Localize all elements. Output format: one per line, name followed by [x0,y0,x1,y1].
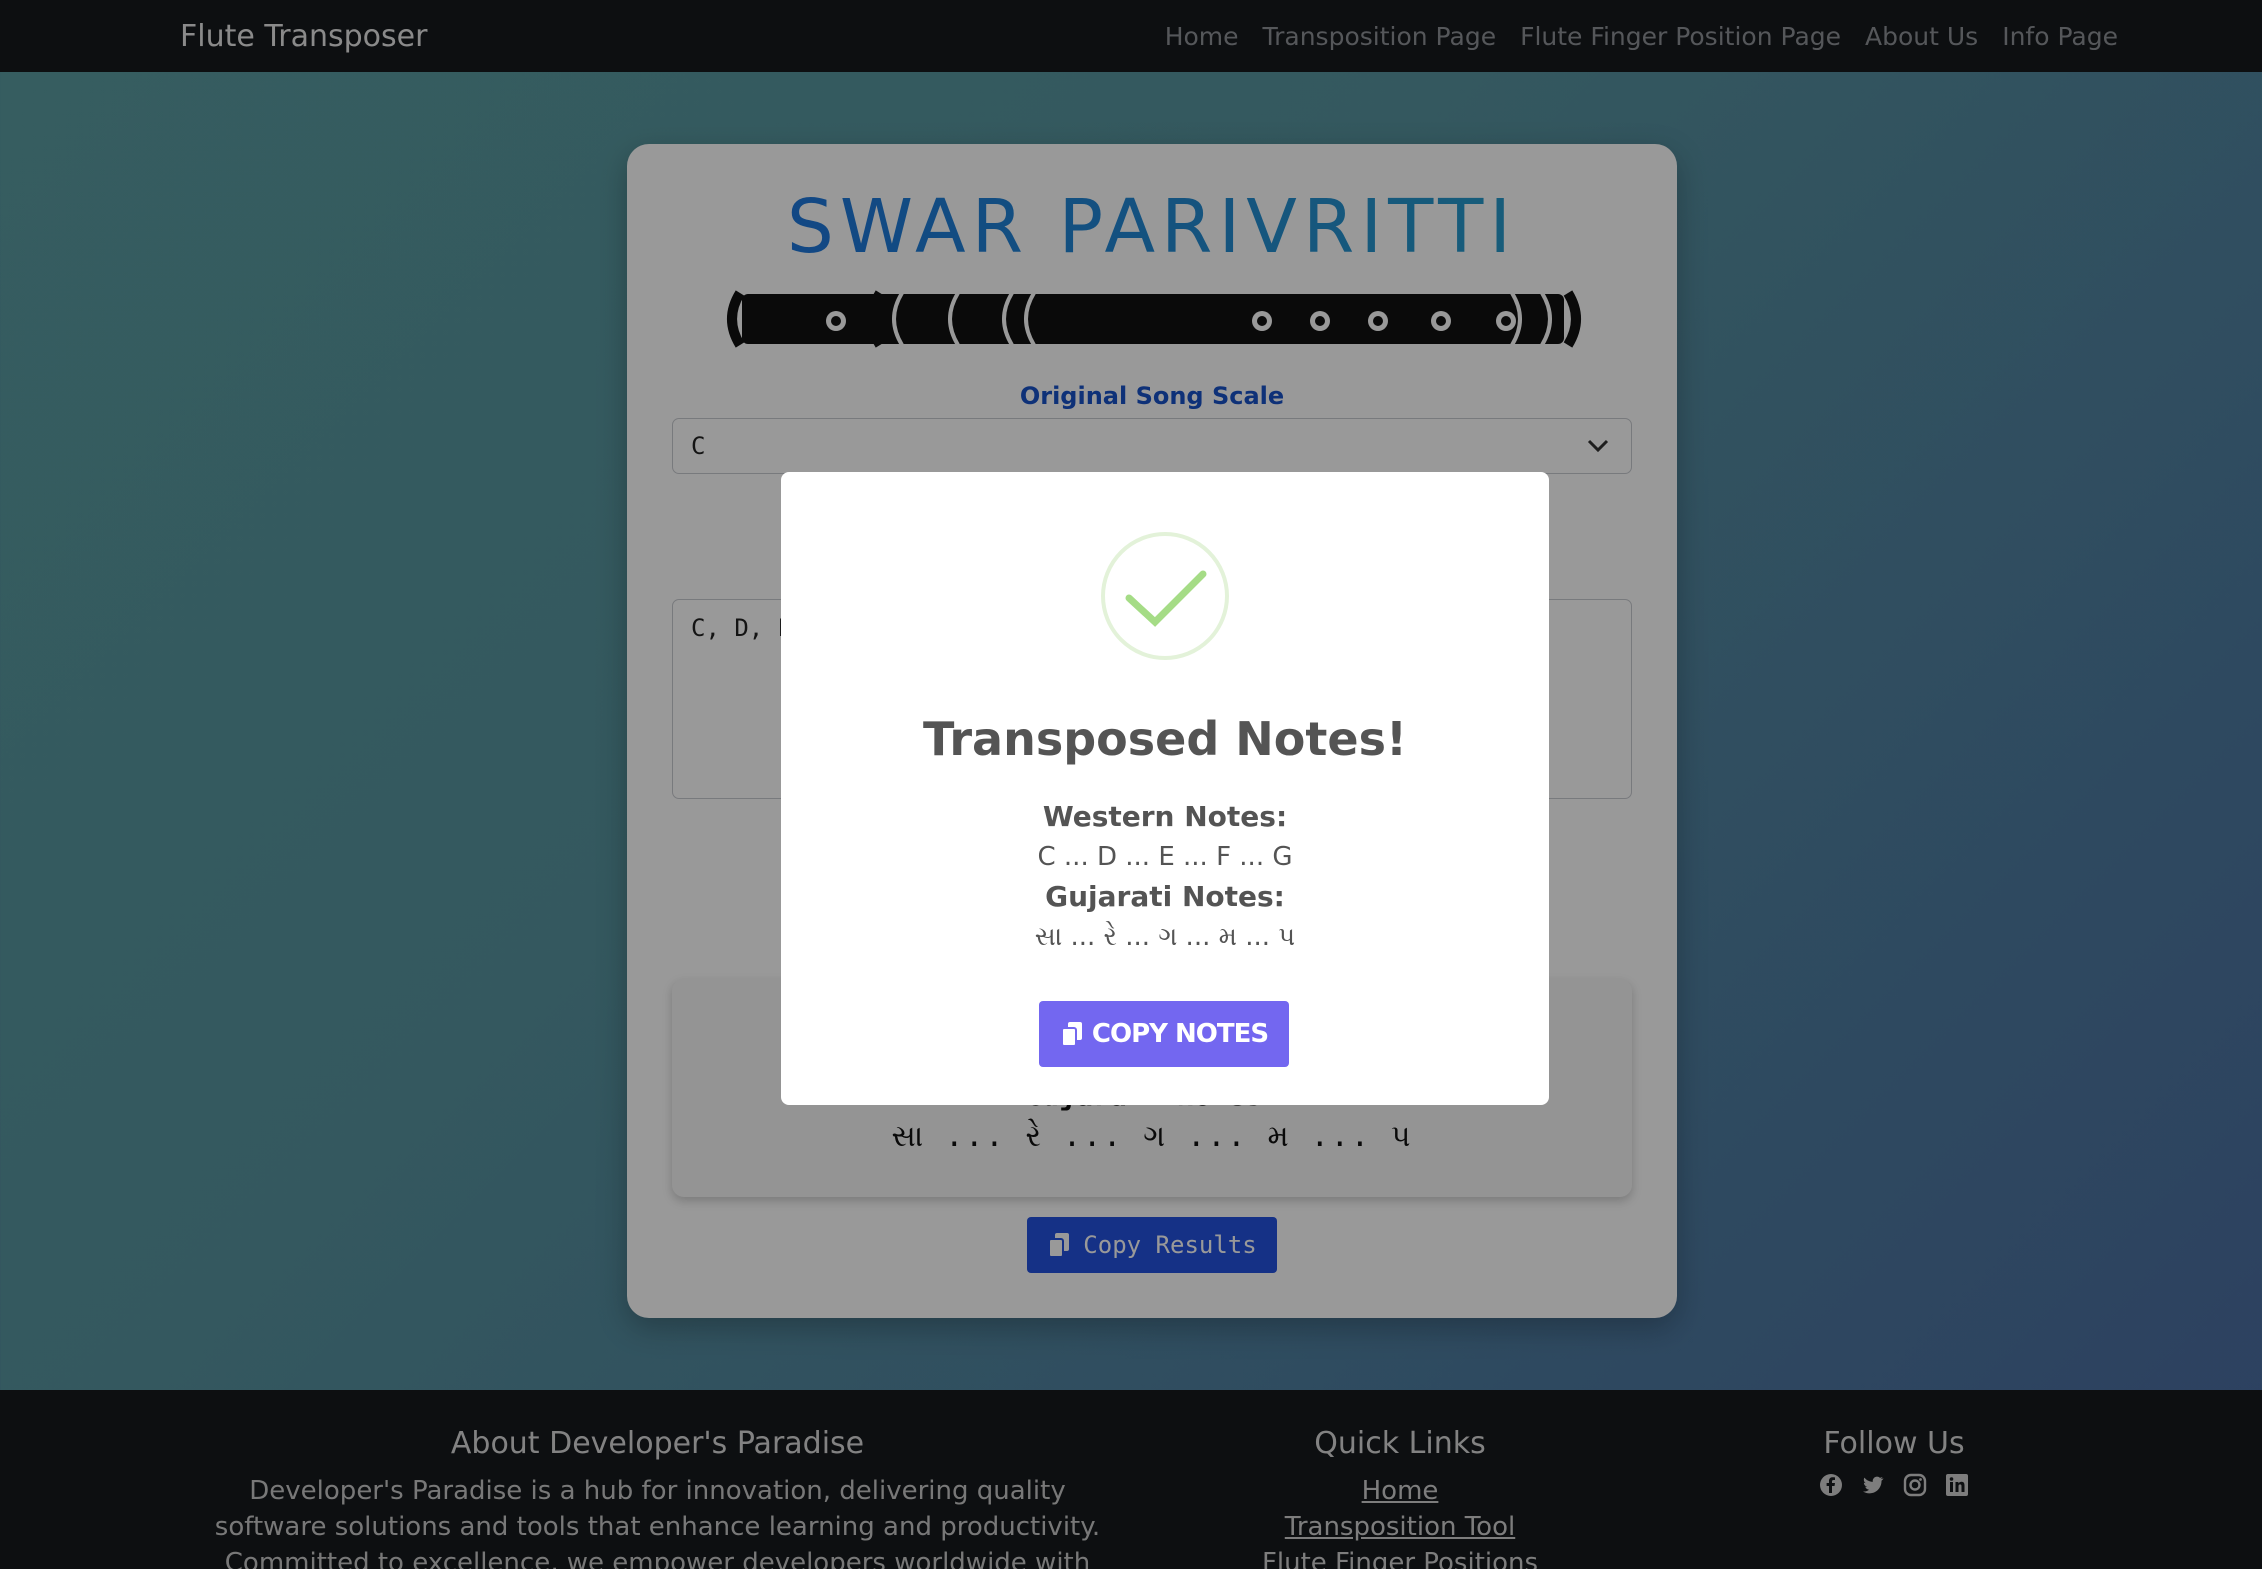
gujarati-notes-value: સા ... રે ... ગ ... મ ... પ [1034,922,1296,952]
modal-content: Western Notes: C ... D ... E ... F ... G… [781,797,1549,957]
copy-notes-button[interactable]: COPY NOTES [1039,1001,1289,1067]
western-notes-value: C ... D ... E ... F ... G [1037,842,1293,872]
modal-title: Transposed Notes! [923,712,1407,766]
copy-notes-label: COPY NOTES [1091,1019,1269,1049]
copy-icon [1060,1022,1082,1047]
transposed-notes-modal: Transposed Notes! Western Notes: C ... D… [781,472,1549,1105]
western-notes-label: Western Notes: [1042,800,1288,833]
success-check-icon [1101,532,1229,660]
gujarati-notes-label: Gujarati Notes: [1045,880,1285,913]
